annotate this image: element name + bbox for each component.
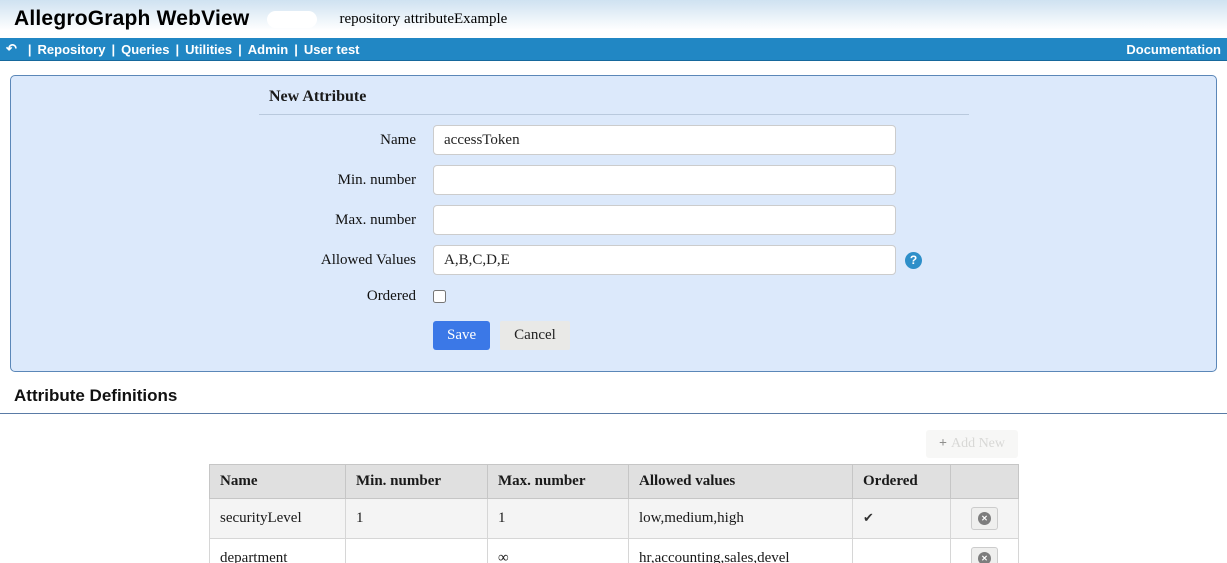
nav-item-repository[interactable]: Repository <box>38 42 106 57</box>
name-label: Name <box>11 132 416 149</box>
nav-item-queries[interactable]: Queries <box>121 42 169 57</box>
form-row-allowed-values: Allowed Values ? <box>11 245 1216 275</box>
nav-separator: | <box>294 42 298 57</box>
repository-name[interactable]: attributeExample <box>404 11 507 27</box>
delete-icon: ✕ <box>978 552 991 563</box>
add-new-label: Add New <box>951 436 1005 451</box>
table-row-securitylevel: securityLevel 1 1 low,medium,high ✔ ✕ <box>210 499 1019 539</box>
table-header-row: Name Min. number Max. number Allowed val… <box>210 465 1019 499</box>
header-name: Name <box>210 465 346 499</box>
nav-separator: | <box>238 42 242 57</box>
back-arrow-icon[interactable]: ↶ <box>6 41 17 57</box>
repository-label: repository <box>339 11 400 27</box>
header-min-number: Min. number <box>346 465 488 499</box>
plus-icon: + <box>939 436 947 451</box>
header-actions <box>951 465 1019 499</box>
top-header: AllegroGraph WebView repository attribut… <box>0 0 1227 38</box>
save-button[interactable]: Save <box>433 321 490 350</box>
table-row-department: department ∞ hr,accounting,sales,devel ✕ <box>210 539 1019 563</box>
help-icon[interactable]: ? <box>905 252 922 269</box>
form-row-max-number: Max. number <box>11 205 1216 235</box>
cell-min: 1 <box>346 499 488 539</box>
delete-button[interactable]: ✕ <box>971 547 998 563</box>
nav-item-utilities[interactable]: Utilities <box>185 42 232 57</box>
cell-min <box>346 539 488 563</box>
allowed-values-input[interactable] <box>433 245 896 275</box>
nav-separator: | <box>28 42 32 57</box>
nav-separator: | <box>111 42 115 57</box>
min-number-label: Min. number <box>11 172 416 189</box>
nav-item-documentation[interactable]: Documentation <box>1126 42 1221 57</box>
header-ordered: Ordered <box>853 465 951 499</box>
cell-ordered <box>853 539 951 563</box>
form-row-ordered: Ordered <box>11 288 1216 304</box>
cancel-button[interactable]: Cancel <box>500 321 570 350</box>
cell-actions: ✕ <box>951 499 1019 539</box>
name-input[interactable] <box>433 125 896 155</box>
delete-icon: ✕ <box>978 512 991 525</box>
panel-title: New Attribute <box>259 88 969 115</box>
min-number-input[interactable] <box>433 165 896 195</box>
form-buttons: Save Cancel <box>433 321 1216 350</box>
header-allowed-values: Allowed values <box>629 465 853 499</box>
cell-name: department <box>210 539 346 563</box>
cell-allowed: low,medium,high <box>629 499 853 539</box>
blank-badge <box>267 11 317 28</box>
repository-info: repository attributeExample <box>339 11 507 28</box>
form-row-min-number: Min. number <box>11 165 1216 195</box>
cell-name: securityLevel <box>210 499 346 539</box>
add-new-row: + Add New <box>0 430 1227 458</box>
allowed-values-label: Allowed Values <box>11 252 416 269</box>
ordered-label: Ordered <box>11 288 416 305</box>
form-row-name: Name <box>11 125 1216 155</box>
cell-allowed: hr,accounting,sales,devel <box>629 539 853 563</box>
attribute-definitions-table: Name Min. number Max. number Allowed val… <box>209 464 1019 563</box>
add-new-button[interactable]: + Add New <box>926 430 1018 458</box>
max-number-input[interactable] <box>433 205 896 235</box>
nav-item-admin[interactable]: Admin <box>248 42 288 57</box>
nav-separator: | <box>176 42 180 57</box>
cell-max: 1 <box>488 499 629 539</box>
nav-item-user-test[interactable]: User test <box>304 42 360 57</box>
delete-button[interactable]: ✕ <box>971 507 998 530</box>
cell-max: ∞ <box>488 539 629 563</box>
main-navbar: ↶ | Repository | Queries | Utilities | A… <box>0 38 1227 61</box>
check-icon: ✔ <box>863 510 874 525</box>
attribute-definitions-title: Attribute Definitions <box>0 386 1227 414</box>
app-title: AllegroGraph WebView <box>14 7 249 31</box>
ordered-checkbox[interactable] <box>433 290 446 303</box>
max-number-label: Max. number <box>11 212 416 229</box>
new-attribute-panel: New Attribute Name Min. number Max. numb… <box>10 75 1217 372</box>
cell-actions: ✕ <box>951 539 1019 563</box>
header-max-number: Max. number <box>488 465 629 499</box>
cell-ordered: ✔ <box>853 499 951 539</box>
